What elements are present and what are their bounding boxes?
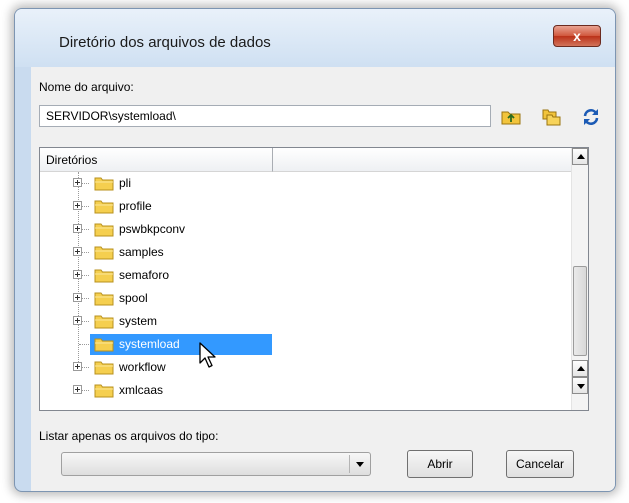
directory-tree[interactable]: Diretórios pli profile pswbkpconv sample… bbox=[39, 147, 589, 411]
window-title: Diretório dos arquivos de dados bbox=[59, 34, 271, 51]
expand-plus-icon[interactable] bbox=[73, 385, 82, 394]
tree-item-xmlcaas[interactable]: xmlcaas bbox=[40, 379, 570, 402]
folder-up-icon bbox=[501, 111, 521, 125]
new-folder-button[interactable] bbox=[539, 105, 563, 129]
mouse-cursor-icon bbox=[199, 342, 216, 368]
expand-plus-icon[interactable] bbox=[73, 247, 82, 256]
expand-plus-icon[interactable] bbox=[73, 178, 82, 187]
column-header-label: Diretórios bbox=[46, 153, 98, 167]
cancel-button[interactable]: Cancelar bbox=[506, 450, 574, 478]
expand-plus-icon[interactable] bbox=[73, 362, 82, 371]
selection-highlight bbox=[90, 334, 272, 355]
scroll-up-button[interactable] bbox=[572, 148, 588, 165]
folder-icon bbox=[94, 384, 114, 398]
folder-label: xmlcaas bbox=[119, 383, 164, 397]
refresh-button[interactable] bbox=[579, 105, 603, 129]
tree-item-profile[interactable]: profile bbox=[40, 195, 570, 218]
folder-icon bbox=[94, 338, 114, 352]
dialog-body: Nome do arquivo: Diretórios bbox=[31, 67, 615, 491]
folder-icon bbox=[94, 269, 114, 283]
select-separator bbox=[349, 455, 350, 473]
tree-item-pli[interactable]: pli bbox=[40, 172, 570, 195]
tree-item-samples[interactable]: samples bbox=[40, 241, 570, 264]
expand-plus-icon[interactable] bbox=[73, 316, 82, 325]
tree-item-workflow[interactable]: workflow bbox=[40, 356, 570, 379]
close-icon: x bbox=[573, 28, 581, 44]
tree-connector bbox=[79, 344, 89, 345]
expand-plus-icon[interactable] bbox=[73, 270, 82, 279]
close-button[interactable]: x bbox=[553, 25, 601, 47]
filename-label: Nome do arquivo: bbox=[39, 80, 134, 94]
folders-icon bbox=[542, 109, 561, 126]
tree-item-systemload[interactable]: systemload bbox=[40, 333, 570, 356]
folder-label: pli bbox=[119, 176, 132, 190]
folder-label: systemload bbox=[119, 337, 180, 351]
tree-item-semaforo[interactable]: semaforo bbox=[40, 264, 570, 287]
folder-icon bbox=[94, 177, 114, 191]
folder-label: samples bbox=[119, 245, 164, 259]
folder-icon bbox=[94, 292, 114, 306]
folder-label: workflow bbox=[119, 360, 166, 374]
folder-icon bbox=[94, 200, 114, 214]
scroll-thumb[interactable] bbox=[573, 266, 587, 356]
folder-label: spool bbox=[119, 291, 148, 305]
filename-input[interactable] bbox=[39, 105, 491, 127]
scroll-down-button[interactable] bbox=[572, 377, 588, 394]
expand-plus-icon[interactable] bbox=[73, 224, 82, 233]
folder-icon bbox=[94, 315, 114, 329]
title-bar[interactable]: Diretório dos arquivos de dados x bbox=[15, 9, 615, 67]
expand-plus-icon[interactable] bbox=[73, 293, 82, 302]
scroll-up-button-lower[interactable] bbox=[572, 360, 588, 377]
tree-item-system[interactable]: system bbox=[40, 310, 570, 333]
column-header-empty[interactable] bbox=[273, 148, 573, 172]
folder-label: profile bbox=[119, 199, 152, 213]
column-header-directories[interactable]: Diretórios bbox=[40, 148, 273, 172]
folder-up-button[interactable] bbox=[499, 105, 523, 129]
arrow-down-icon bbox=[577, 384, 585, 389]
arrow-up-icon bbox=[577, 366, 585, 371]
folder-icon bbox=[94, 246, 114, 260]
folder-label: pswbkpconv bbox=[119, 222, 186, 236]
folder-label: semaforo bbox=[119, 268, 170, 282]
filter-label: Listar apenas os arquivos do tipo: bbox=[39, 429, 219, 443]
chevron-down-icon bbox=[356, 462, 364, 467]
arrow-up-icon bbox=[577, 154, 585, 159]
vertical-scrollbar[interactable] bbox=[571, 148, 588, 410]
tree-item-spool[interactable]: spool bbox=[40, 287, 570, 310]
tree-item-pswbkpconv[interactable]: pswbkpconv bbox=[40, 218, 570, 241]
folder-icon bbox=[94, 361, 114, 375]
refresh-icon bbox=[583, 109, 599, 125]
folder-label: system bbox=[119, 314, 158, 328]
file-type-select[interactable] bbox=[61, 452, 371, 476]
expand-plus-icon[interactable] bbox=[73, 201, 82, 210]
open-button[interactable]: Abrir bbox=[407, 450, 473, 478]
dialog-window: Diretório dos arquivos de dados x Nome d… bbox=[14, 8, 616, 492]
folder-icon bbox=[94, 223, 114, 237]
